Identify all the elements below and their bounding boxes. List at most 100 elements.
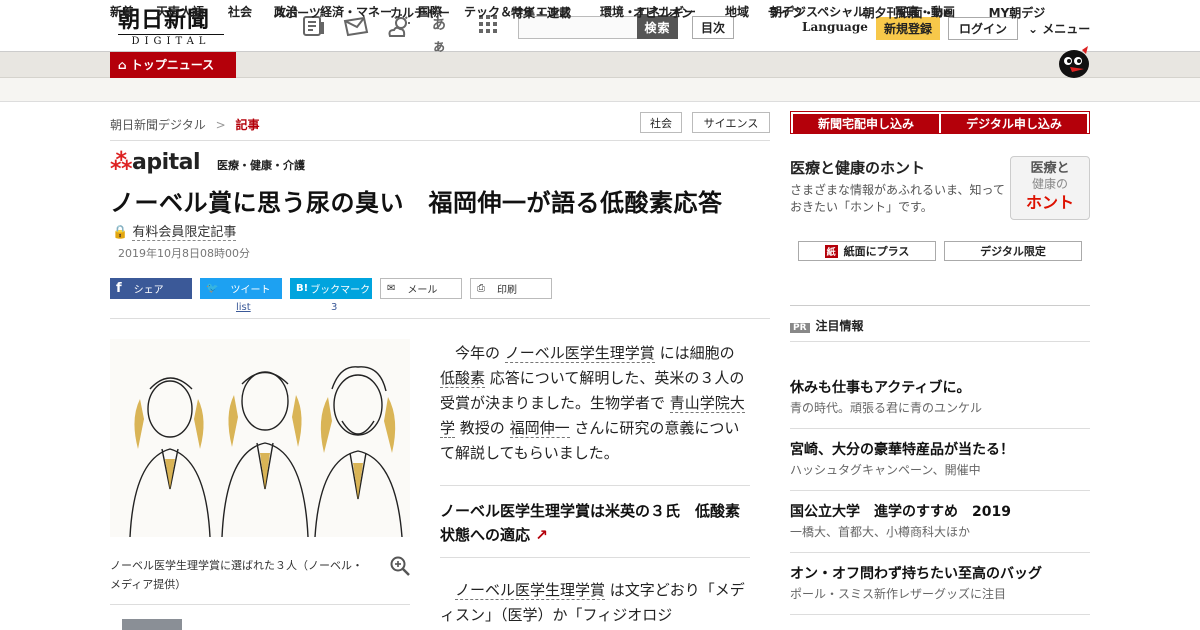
subscribe-box: 新聞宅配申し込み デジタル申し込み	[790, 111, 1090, 134]
pr-item[interactable]: 宮崎、大分の豪華特産品が当たる！ ハッシュタグキャンペーン、開催中	[790, 440, 1090, 480]
breadcrumb: 朝日新聞デジタル > 記事	[110, 116, 260, 133]
breadcrumb-current: 記事	[235, 118, 260, 132]
article-body: ノーベル医学生理学賞 は文字どおり「メディスン」（医学）か「フィジオロジ	[440, 578, 750, 628]
secondary-nav	[0, 78, 1200, 102]
article-date: 2019年10月8日08時00分	[118, 247, 250, 260]
divider	[440, 485, 750, 486]
nav2-item-region[interactable]: 地域	[725, 0, 749, 24]
pr-item[interactable]: 休みも仕事もアクティブに。 青の時代。頑張る君に青のユンケル	[790, 378, 1090, 418]
body-text: には細胞の	[654, 344, 735, 362]
paper-plus-label: 紙面にプラス	[843, 245, 910, 258]
hatena-icon: B!	[296, 283, 309, 294]
member-only-label: 🔒 有料会員限定記事	[112, 221, 237, 241]
pr-heading: PR 注目情報	[790, 317, 864, 334]
keyword-link[interactable]: ノーベル医学生理学賞	[455, 581, 606, 600]
mail-label: メール	[407, 285, 438, 296]
keyword-link[interactable]: 福岡伸一	[509, 419, 570, 438]
nav-item-my-asahi[interactable]: MY朝デジ	[984, 0, 1050, 26]
logo-sub: DIGITAL	[118, 34, 224, 48]
thumbnail-image[interactable]	[122, 619, 182, 630]
photo-caption: ノーベル医学生理学賞に選ばれた３人（ノーベル・メディア提供）	[110, 559, 363, 591]
divider	[110, 604, 410, 605]
twitter-icon: 🐦	[206, 283, 219, 294]
breadcrumb-home[interactable]: 朝日新聞デジタル	[110, 118, 206, 132]
pr-item-sub: ポール・スミス新作レザーグッズに注目	[790, 587, 1007, 601]
twitter-count[interactable]: list	[236, 302, 251, 313]
mascot-icon[interactable]	[1054, 44, 1092, 78]
divider	[790, 490, 1090, 491]
divider	[790, 305, 1090, 306]
divider	[440, 557, 750, 558]
pr-item-sub: ハッシュタグキャンペーン、開催中	[790, 463, 981, 477]
divider	[790, 552, 1090, 553]
pr-item-sub: 一橋大、首都大、小樽商科大ほか	[790, 525, 971, 539]
zoom-icon[interactable]	[390, 556, 410, 576]
honto-line1: 医療と	[1030, 161, 1070, 176]
divider	[790, 341, 1090, 342]
nav2-item-politics[interactable]: 政治	[274, 0, 298, 24]
nav-item-top-news[interactable]: ⌂ トップニュース	[110, 52, 236, 78]
article-title: ノーベル賞に思う尿の臭い 福岡伸一が語る低酸素応答	[110, 189, 723, 217]
digital-only-button[interactable]: デジタル限定	[944, 241, 1082, 261]
apital-dots-icon: ⁂	[110, 150, 133, 175]
nav2-item-photo[interactable]: 写真・動画	[895, 0, 955, 24]
divider	[110, 140, 770, 141]
pr-badge: PR	[790, 323, 810, 333]
nav2-item-international[interactable]: 国際	[418, 0, 442, 24]
paper-plus-icon: 紙	[824, 244, 838, 258]
nav2-item-tensei[interactable]: 天声人語	[156, 0, 204, 24]
article-lead: 今年の ノーベル医学生理学賞 には細胞の 低酸素 応答について解明した、英米の３…	[440, 341, 750, 466]
mail-icon: ✉	[387, 283, 396, 294]
pr-item-sub: 青の時代。頑張る君に青のユンケル	[790, 401, 983, 415]
print-button[interactable]: ⎙ 印刷	[470, 278, 552, 299]
tag-science[interactable]: サイエンス	[692, 112, 770, 133]
honto-line2: 健康の	[1031, 177, 1068, 191]
article-photo[interactable]	[110, 339, 410, 537]
nav2-item-environment[interactable]: 環境・エネルギー	[600, 0, 696, 24]
subscribe-digital-button[interactable]: デジタル申し込み	[941, 114, 1087, 133]
nav-item-label: トップニュース	[130, 58, 215, 72]
article-category: 医療・健康・介護	[217, 159, 305, 172]
nav2-item-special[interactable]: 朝デジスペシャル	[770, 0, 865, 24]
hatena-label: ブックマーク	[310, 285, 371, 296]
keyword-link[interactable]: 低酸素	[440, 369, 486, 388]
related-article-link[interactable]: ノーベル医学生理学賞は米英の３氏 低酸素状態への適応 ↗	[440, 499, 750, 547]
print-icon: ⎙	[477, 283, 485, 294]
nav2-item-tech[interactable]: テック＆サイエンス	[464, 0, 572, 24]
subscribe-paper-button[interactable]: 新聞宅配申し込み	[793, 114, 939, 133]
hatena-bookmark-button[interactable]: B! ブックマーク	[290, 278, 372, 299]
twitter-share-button[interactable]: 🐦 ツイート	[200, 278, 282, 299]
honto-banner[interactable]: 医療と 健康の ホント	[1010, 156, 1090, 220]
health-section-title[interactable]: 医療と健康のホント	[790, 157, 925, 178]
facebook-share-button[interactable]: f シェア	[110, 278, 192, 299]
apital-logo[interactable]: ⁂apital	[110, 150, 201, 175]
pr-item-title: 宮崎、大分の豪華特産品が当たる！	[790, 442, 1014, 458]
member-only-text: 有料会員限定記事	[132, 225, 237, 241]
home-icon: ⌂	[118, 58, 127, 72]
external-link-icon: ↗	[535, 526, 548, 544]
honto-line3: ホント	[1025, 193, 1074, 212]
health-section-desc: さまざまな情報があふれるいま、知っておきたい「ホント」です。	[790, 183, 1005, 214]
nav2-item-economy[interactable]: 経済・マネー	[320, 0, 392, 24]
divider	[790, 428, 1090, 429]
tag-society[interactable]: 社会	[640, 112, 682, 133]
nav2-item-society[interactable]: 社会	[228, 0, 252, 24]
mail-share-button[interactable]: ✉ メール	[380, 278, 462, 299]
twitter-share-label: ツイート	[230, 285, 271, 296]
paper-plus-button[interactable]: 紙紙面にプラス	[798, 241, 936, 261]
divider	[790, 614, 1090, 615]
related-article-title: ノーベル医学生理学賞は米英の３氏 低酸素状態への適応	[440, 502, 741, 544]
lock-icon: 🔒	[112, 225, 129, 240]
pr-heading-label: 注目情報	[815, 319, 864, 333]
nav2-item-new[interactable]: 新着	[110, 0, 134, 24]
body-text: 教授の	[455, 419, 510, 437]
body-text: 今年の	[455, 344, 505, 362]
keyword-link[interactable]: ノーベル医学生理学賞	[504, 344, 655, 363]
facebook-share-label: シェア	[133, 285, 164, 296]
hatena-count[interactable]: 3	[331, 302, 337, 313]
pr-item[interactable]: オン・オフ問わず持ちたい至高のバッグ ポール・スミス新作レザーグッズに注目	[790, 564, 1090, 604]
pr-item-title: 休みも仕事もアクティブに。	[790, 380, 971, 396]
breadcrumb-separator: >	[215, 118, 226, 132]
print-label: 印刷	[497, 285, 517, 296]
pr-item[interactable]: 国公立大学 進学のすすめ 2019 一橋大、首都大、小樽商科大ほか	[790, 502, 1090, 542]
